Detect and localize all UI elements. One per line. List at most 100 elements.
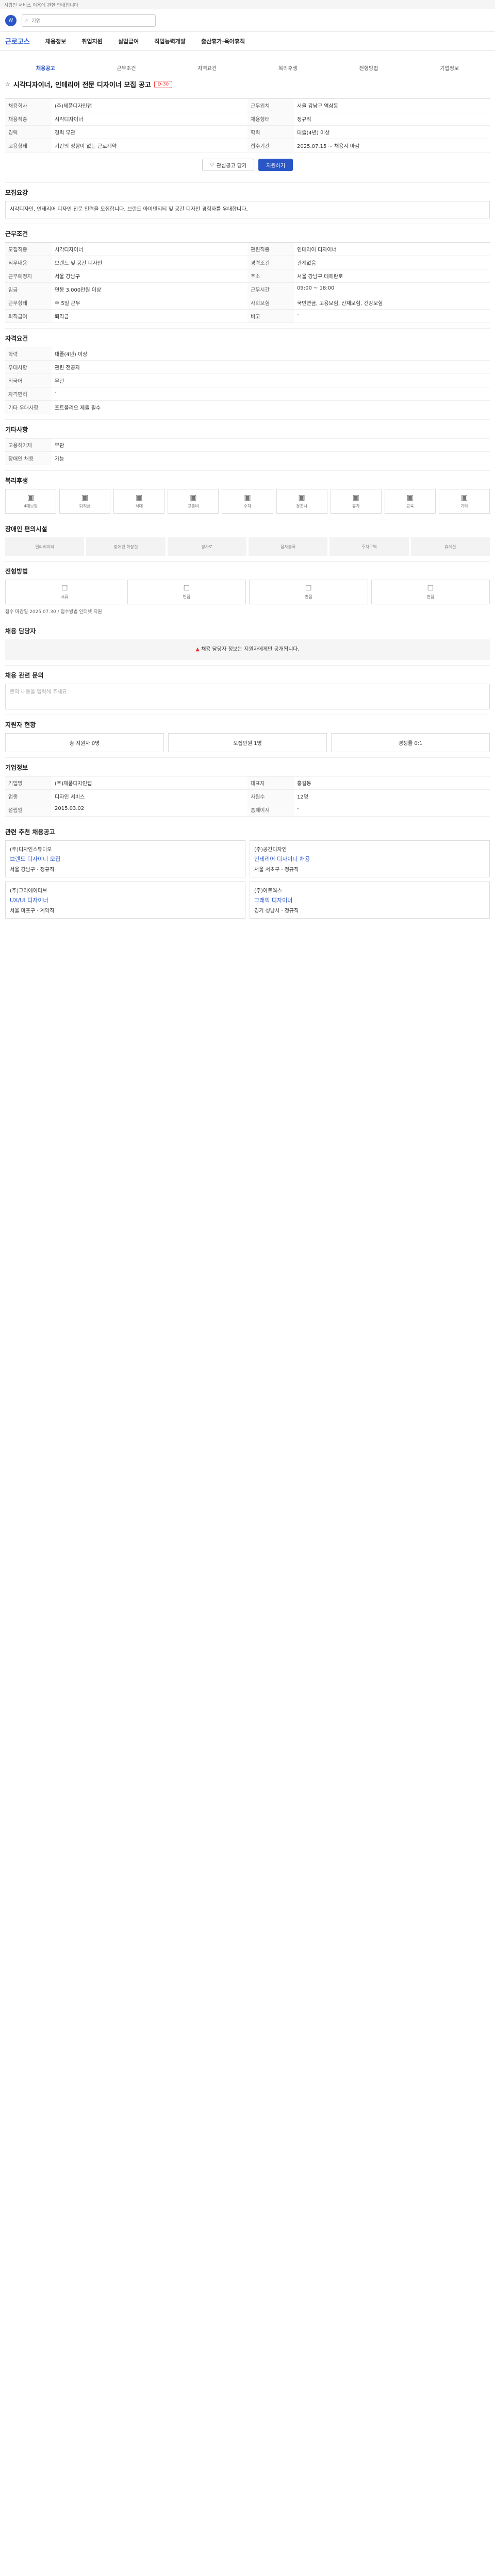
card-co: (주)디자인스튜디오	[10, 847, 52, 853]
item-icon: ▣	[406, 494, 414, 502]
wcell-item: 휴게실	[410, 537, 490, 556]
icell-item: ☐ 면접	[249, 580, 368, 604]
field-value: 시각디자이너	[52, 243, 248, 256]
field-label: 학력	[248, 126, 294, 139]
field-value: 디자인 서비스	[52, 790, 248, 804]
tab[interactable]: 근무조건	[86, 64, 167, 72]
field-label: 임금	[5, 283, 52, 296]
gnb-item[interactable]: 취업지원	[81, 37, 102, 45]
field-label: 퇴직급여	[5, 310, 52, 323]
gnb-item[interactable]: 실업급여	[118, 37, 139, 45]
field-label: 설립일	[5, 803, 52, 817]
field-value: 09:00 ~ 18:00	[294, 283, 490, 296]
field-label: 근무형태	[5, 296, 52, 310]
wcell-item: 주차구역	[329, 537, 409, 556]
icell-item: ▣ 휴가	[330, 489, 382, 514]
field-value: 연봉 3,000만원 이상	[52, 283, 248, 296]
etc-table: 고용허가제 무관 장애인 채용 가능	[5, 438, 490, 465]
card-d: 경기 성남시 · 정규직	[254, 908, 299, 914]
field-value: 가능	[52, 452, 490, 465]
item-icon: ▣	[460, 494, 468, 502]
field-label: 주소	[248, 269, 294, 283]
icell-item: ▣ 교통비	[168, 489, 219, 514]
item-icon: ☐	[61, 584, 68, 592]
related-section: 관련 추천 채용공고 (주)디자인스튜디오 브랜드 디자이너 모집 서울 강남구 ·…	[5, 822, 490, 925]
field-value: -	[294, 310, 490, 323]
interest-button[interactable]: ♡ 관심공고 담기	[202, 159, 255, 171]
contact-alert: ▲ 채용 담당자 정보는 지원자에게만 공개됩니다.	[5, 639, 490, 660]
summary-table: 채용회사 (주)제품디자인랩 근무위치 서울 강남구 역삼동 채용직종 시각디자이너 채용형…	[5, 98, 490, 152]
field-label: 접수기간	[248, 139, 294, 152]
field-label: 모집직종	[5, 243, 52, 256]
tab[interactable]: 채용공고	[5, 64, 86, 72]
brand[interactable]: 근로고스	[5, 36, 30, 46]
field-label: 비고	[248, 310, 294, 323]
section-title: 장애인 편의시설	[5, 526, 47, 533]
job-card[interactable]: (주)공간디자인 인테리어 디자이너 채용 서울 서초구 · 정규직	[250, 840, 490, 878]
work-section: 근무조건 모집직종 시각디자이너 관련직종 인테리어 디자이너 직무내용 브랜드 및 공간…	[5, 224, 490, 329]
field-label: 홈페이지	[248, 803, 294, 817]
tab[interactable]: 복리후생	[248, 64, 328, 72]
tab[interactable]: 전형방법	[328, 64, 409, 72]
job-card[interactable]: (주)크리에이티브 UX/UI 디자이너 서울 마포구 · 계약직	[5, 882, 245, 919]
icell-item: ▣ 식대	[113, 489, 165, 514]
logo[interactable]: W	[5, 14, 16, 26]
icell-item: ▣ 경조사	[276, 489, 327, 514]
field-label: 근무위치	[248, 99, 294, 112]
field-label: 대표자	[248, 776, 294, 790]
section-title: 채용 담당자	[5, 628, 36, 635]
field-label: 근무예정지	[5, 269, 52, 283]
description-text: 시각디자인, 인테리어 디자인 전문 인력을 모집합니다. 브랜드 아이덴티티 …	[5, 201, 490, 218]
star-icon[interactable]: ☆	[5, 81, 10, 88]
gnb-item[interactable]: 채용정보	[45, 37, 66, 45]
related-cards: (주)디자인스튜디오 브랜드 디자이너 모집 서울 강남구 · 정규직 (주)공간디자…	[5, 840, 490, 919]
field-value: 브랜드 및 공간 디자인	[52, 256, 248, 269]
search-input[interactable]: ⌕ 기업	[22, 14, 156, 27]
field-label: 기업명	[5, 776, 52, 790]
warning-icon: ▲	[195, 647, 200, 653]
item-icon: ▣	[81, 494, 89, 502]
field-value: (주)제품디자인랩	[52, 99, 248, 112]
tab[interactable]: 기업정보	[409, 64, 490, 72]
field-label: 학력	[5, 347, 52, 361]
card-t: 인테리어 디자이너 채용	[254, 856, 310, 863]
card-t: 그래픽 디자이너	[254, 897, 293, 904]
card-co: (주)아트웍스	[254, 888, 282, 894]
job-card[interactable]: (주)디자인스튜디오 브랜드 디자이너 모집 서울 강남구 · 정규직	[5, 840, 245, 878]
field-value: -	[52, 387, 490, 401]
job-title-bar: ☆ 시각디자이너, 인테리어 전문 디자이너 모집 공고 D-30	[0, 75, 495, 93]
field-value: 홍길동	[294, 776, 490, 790]
field-value: 대졸(4년) 이상	[294, 126, 490, 139]
job-card[interactable]: (주)아트웍스그래픽 디자이너경기 성남시 · 정규직	[250, 882, 490, 919]
gnb-item[interactable]: 출산휴가·육아휴직	[201, 37, 245, 45]
card-co: (주)크리에이티브	[10, 888, 47, 894]
icell-item: ▣ 교육	[384, 489, 436, 514]
field-label: 직무내용	[5, 256, 52, 269]
requirement-table: 학력 대졸(4년) 이상 우대사항 관련 전공자 외국어 무관 자격면허 - 기타 우대사항 포트…	[5, 347, 490, 414]
field-value: 포트폴리오 제출 필수	[52, 401, 490, 414]
section-title: 모집요강	[5, 189, 28, 196]
apply-button[interactable]: 지원하기	[258, 159, 293, 171]
field-label: 업종	[5, 790, 52, 804]
stat-item: 모집인원 1명	[168, 733, 327, 753]
item-icon: ▣	[136, 494, 143, 502]
item-icon: ▣	[244, 494, 251, 502]
heart-icon: ♡	[209, 162, 214, 168]
summary-section: 채용회사 (주)제품디자인랩 근무위치 서울 강남구 역삼동 채용직종 시각디자이너 채용형…	[5, 93, 490, 183]
faq-input[interactable]: 문의 내용을 입력해 주세요	[5, 684, 490, 710]
stat-grid: 총 지원자 0명 모집인원 1명 경쟁률 0:1	[5, 733, 490, 753]
gnb-item[interactable]: 직업능력개발	[154, 37, 186, 45]
field-value: 2015.03.02	[52, 803, 248, 817]
etc-section: 기타사항 고용허가제 무관 장애인 채용 가능	[5, 420, 490, 471]
item-icon: ▣	[190, 494, 197, 502]
page-title: 시각디자이너, 인테리어 전문 디자이너 모집 공고	[13, 81, 151, 89]
top-notice: 사람인 서비스 이용에 관한 안내입니다	[0, 0, 495, 9]
wcell-item: 장애인 화장실	[86, 537, 166, 556]
field-value: 관련 전공자	[52, 361, 490, 374]
field-value: 2025.07.15 ~ 채용시 마감	[294, 139, 490, 152]
field-value: 12명	[294, 790, 490, 804]
icell-item: ▣ 4대보험	[5, 489, 57, 514]
tab[interactable]: 자격요건	[167, 64, 248, 72]
office-section: 장애인 편의시설 엘리베이터 장애인 화장실 경사로 점자블록 주차구역 휴게실	[5, 519, 490, 562]
field-value: 주 5일 근무	[52, 296, 248, 310]
